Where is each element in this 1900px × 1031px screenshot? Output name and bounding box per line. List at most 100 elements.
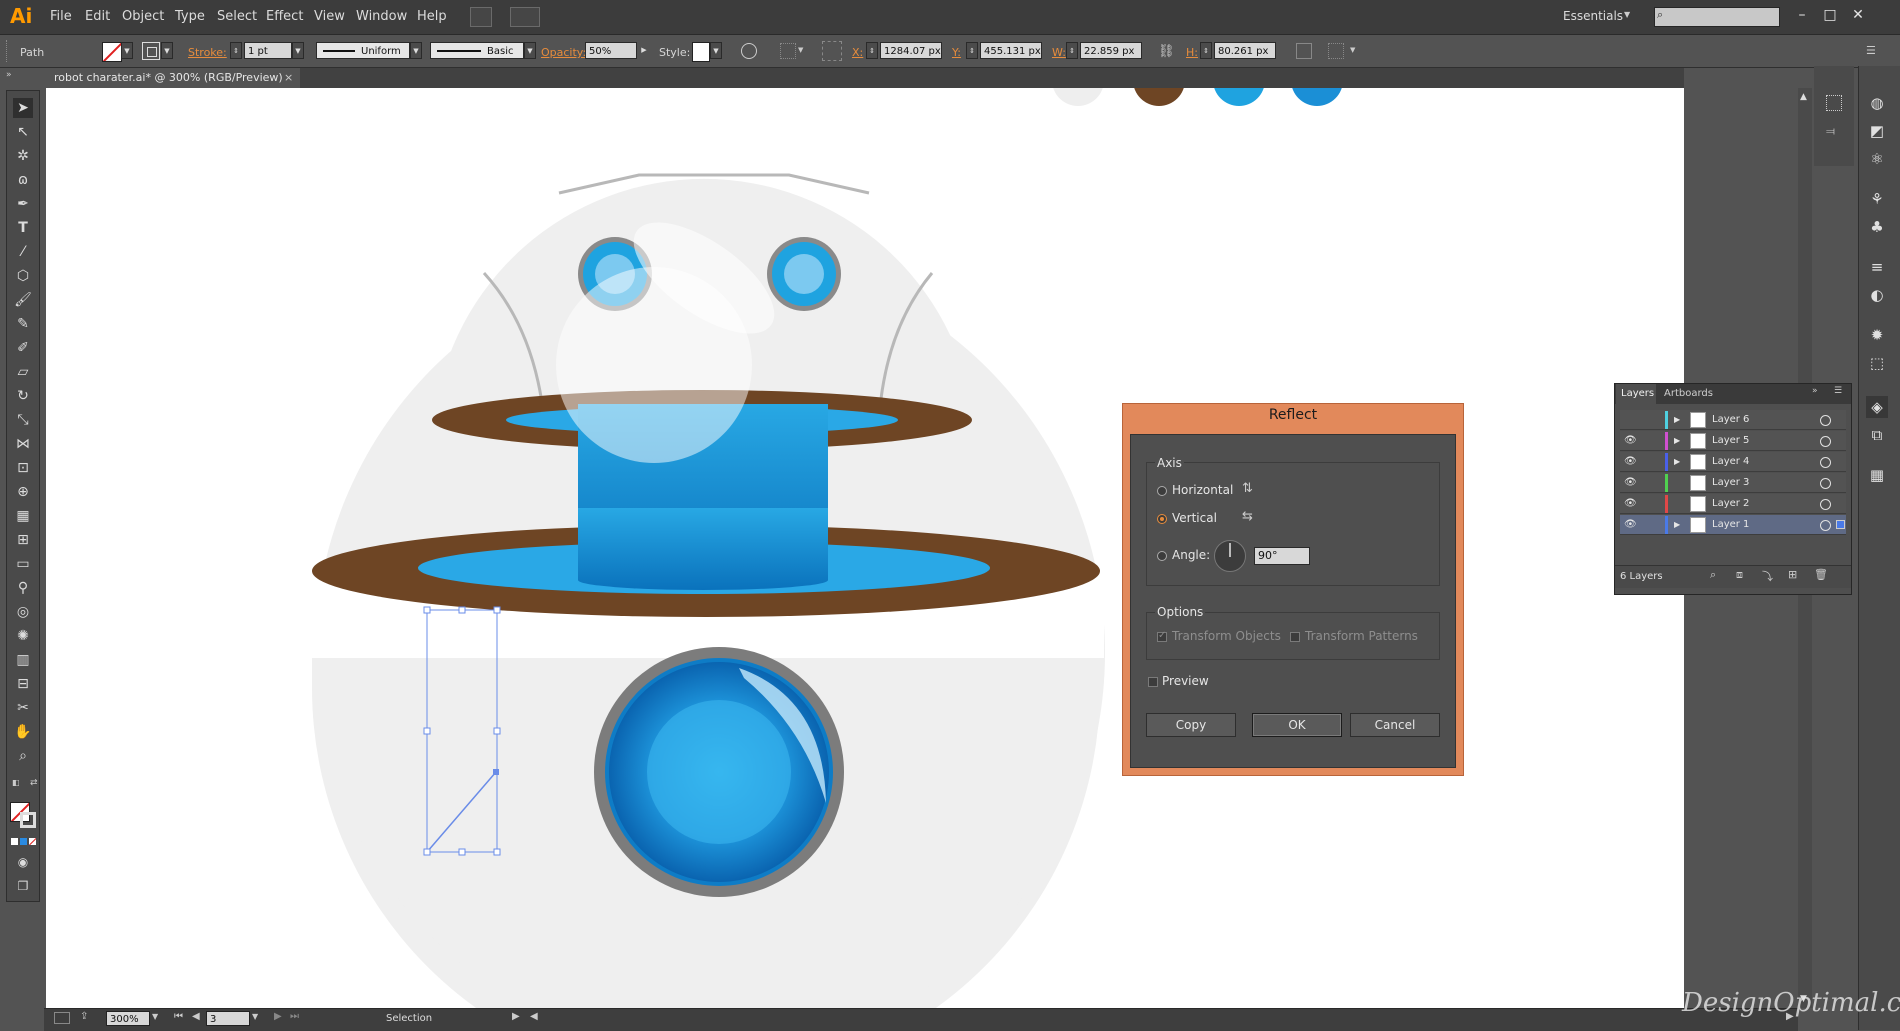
fill-swatch[interactable]	[102, 42, 122, 62]
document-tab[interactable]: robot charater.ai* @ 300% (RGB/Preview)	[44, 68, 300, 88]
arrange-documents-icon[interactable]	[510, 7, 540, 27]
visibility-eye-icon[interactable]: 👁	[1624, 431, 1638, 451]
w-stepper[interactable]: ⇕	[1066, 42, 1078, 59]
none-mode-icon[interactable]	[29, 838, 36, 845]
brush-definition[interactable]: Basic	[430, 42, 524, 59]
workspace-chevron-icon[interactable]: ▼	[1624, 10, 1630, 19]
color-panel-icon[interactable]: ◩	[1866, 120, 1888, 142]
color-mode-icon[interactable]	[11, 838, 18, 845]
eyedropper-tool-icon[interactable]: ⚲	[13, 578, 33, 598]
bbox-handle[interactable]	[458, 848, 466, 856]
document-tab-close-icon[interactable]: ×	[284, 68, 298, 88]
angle-field[interactable]: 90°	[1254, 547, 1310, 565]
opacity-field[interactable]: 50%	[585, 42, 637, 59]
pencil-tool-icon[interactable]: ✎	[13, 314, 33, 334]
scroll-left-icon[interactable]: ◀	[530, 1011, 538, 1022]
menu-help[interactable]: Help	[417, 9, 447, 24]
transform-objects-label[interactable]: Transform Objects	[1172, 629, 1281, 643]
transform-icon[interactable]	[1296, 43, 1312, 59]
gradient-mode-icon[interactable]	[20, 838, 27, 845]
last-artboard-icon[interactable]: ⏭	[290, 1011, 299, 1022]
libraries-icon[interactable]: ▦	[1866, 464, 1888, 486]
menu-type[interactable]: Type	[175, 9, 205, 24]
x-stepper[interactable]: ⇕	[866, 42, 878, 59]
y-field[interactable]: 455.131 px	[980, 42, 1042, 59]
paintbrush-tool-icon[interactable]: 🖌	[13, 290, 33, 310]
layer-target-icon[interactable]	[1820, 436, 1831, 447]
panel-menu-icon[interactable]: ☰	[1866, 44, 1876, 57]
layer-name[interactable]: Layer 6	[1712, 410, 1749, 430]
symbol-sprayer-tool-icon[interactable]: ✺	[13, 626, 33, 646]
reference-point-icon[interactable]	[822, 41, 842, 61]
zoom-dropdown-icon[interactable]: ▼	[152, 1012, 158, 1021]
mesh-tool-icon[interactable]: ⊞	[13, 530, 33, 550]
close-icon[interactable]: ✕	[1847, 4, 1869, 26]
panel-expand-icon[interactable]: »	[1812, 386, 1818, 396]
rotate-tool-icon[interactable]: ↻	[13, 386, 33, 406]
recolor-artwork-icon[interactable]	[741, 43, 757, 59]
scale-tool-icon[interactable]: ⤡	[13, 410, 33, 430]
h-stepper[interactable]: ⇕	[1200, 42, 1212, 59]
expand-triangle-icon[interactable]: ▶	[1674, 410, 1684, 430]
align-dropdown-icon[interactable]: ▼	[798, 46, 803, 54]
align-to-icon[interactable]	[780, 43, 796, 59]
h-field[interactable]: 80.261 px	[1214, 42, 1276, 59]
workspace-switcher[interactable]: Essentials	[1563, 9, 1623, 23]
stroke-dropdown-icon[interactable]: ▼	[161, 42, 173, 59]
type-tool-icon[interactable]: T	[13, 218, 33, 238]
maximize-icon[interactable]: □	[1819, 4, 1841, 26]
default-colors-icon[interactable]: ◧	[12, 778, 20, 787]
profile-dropdown-icon[interactable]: ▼	[410, 42, 422, 59]
opacity-slider-icon[interactable]: ▶	[638, 42, 650, 59]
zoom-level-field[interactable]: 300%	[106, 1011, 150, 1026]
artboard-tool-icon[interactable]: ⊟	[13, 674, 33, 694]
hand-tool-icon[interactable]: ✋	[13, 722, 33, 742]
direct-selection-tool-icon[interactable]: ↖	[13, 122, 33, 142]
menu-window[interactable]: Window	[356, 9, 407, 24]
bbox-handle[interactable]	[458, 606, 466, 614]
tab-artboards[interactable]: Artboards	[1664, 388, 1713, 399]
share-icon[interactable]: ⇪	[80, 1011, 88, 1022]
status-menu-icon[interactable]: ▶	[512, 1011, 520, 1022]
tab-layers[interactable]: Layers	[1621, 388, 1654, 399]
ok-button[interactable]: OK	[1252, 713, 1342, 737]
stroke-weight-dropdown-icon[interactable]: ▼	[292, 42, 304, 59]
layer-target-icon[interactable]	[1820, 520, 1831, 531]
transform-panel-icon[interactable]	[1826, 95, 1842, 111]
color-guide-icon[interactable]: ◍	[1866, 92, 1888, 114]
transform-objects-checkbox[interactable]: ✓	[1157, 630, 1167, 642]
horizontal-radio[interactable]	[1157, 486, 1167, 496]
align-panel-icon[interactable]: ⫤	[1826, 124, 1842, 140]
variable-width-profile[interactable]: Uniform	[316, 42, 410, 59]
horizontal-label[interactable]: Horizontal	[1172, 483, 1233, 497]
menu-view[interactable]: View	[314, 9, 345, 24]
expand-triangle-icon[interactable]: ▶	[1674, 452, 1684, 472]
gradient-tool-icon[interactable]: ▭	[13, 554, 33, 574]
menu-file[interactable]: File	[50, 9, 72, 24]
constrain-proportions-icon[interactable]: ⛓	[1158, 44, 1175, 59]
menu-object[interactable]: Object	[122, 9, 164, 24]
layer-target-icon[interactable]	[1820, 499, 1831, 510]
collapse-toolbar-icon[interactable]: »	[6, 70, 12, 80]
previous-artboard-icon[interactable]: ◀	[192, 1011, 200, 1022]
clipping-mask-icon[interactable]: ⧈	[1736, 568, 1743, 582]
eraser-tool-icon[interactable]: ▱	[13, 362, 33, 382]
vertical-label[interactable]: Vertical	[1172, 511, 1217, 525]
layer-target-icon[interactable]	[1820, 415, 1831, 426]
first-artboard-icon[interactable]: ⏮	[174, 1011, 183, 1022]
artboard-number-field[interactable]: 3	[206, 1011, 250, 1026]
polygon-tool-icon[interactable]: ⬡	[13, 266, 33, 286]
bbox-handle[interactable]	[423, 727, 431, 735]
style-swatch[interactable]	[692, 42, 710, 62]
visibility-eye-icon[interactable]: 👁	[1624, 473, 1638, 493]
stroke-panel-icon[interactable]: ≡	[1866, 256, 1888, 278]
layers-panel-icon[interactable]: ◈	[1866, 396, 1888, 418]
zoom-tool-icon[interactable]: ⌕	[13, 746, 33, 766]
layer-name[interactable]: Layer 1	[1712, 515, 1749, 535]
angle-dial[interactable]	[1214, 540, 1246, 572]
screen-mode-icon[interactable]: ❐	[13, 876, 33, 896]
y-label[interactable]: Y:	[952, 46, 961, 59]
w-label[interactable]: W:	[1052, 46, 1066, 59]
new-layer-icon[interactable]: ⊞	[1788, 568, 1797, 581]
magic-wand-tool-icon[interactable]: ✲	[13, 146, 33, 166]
